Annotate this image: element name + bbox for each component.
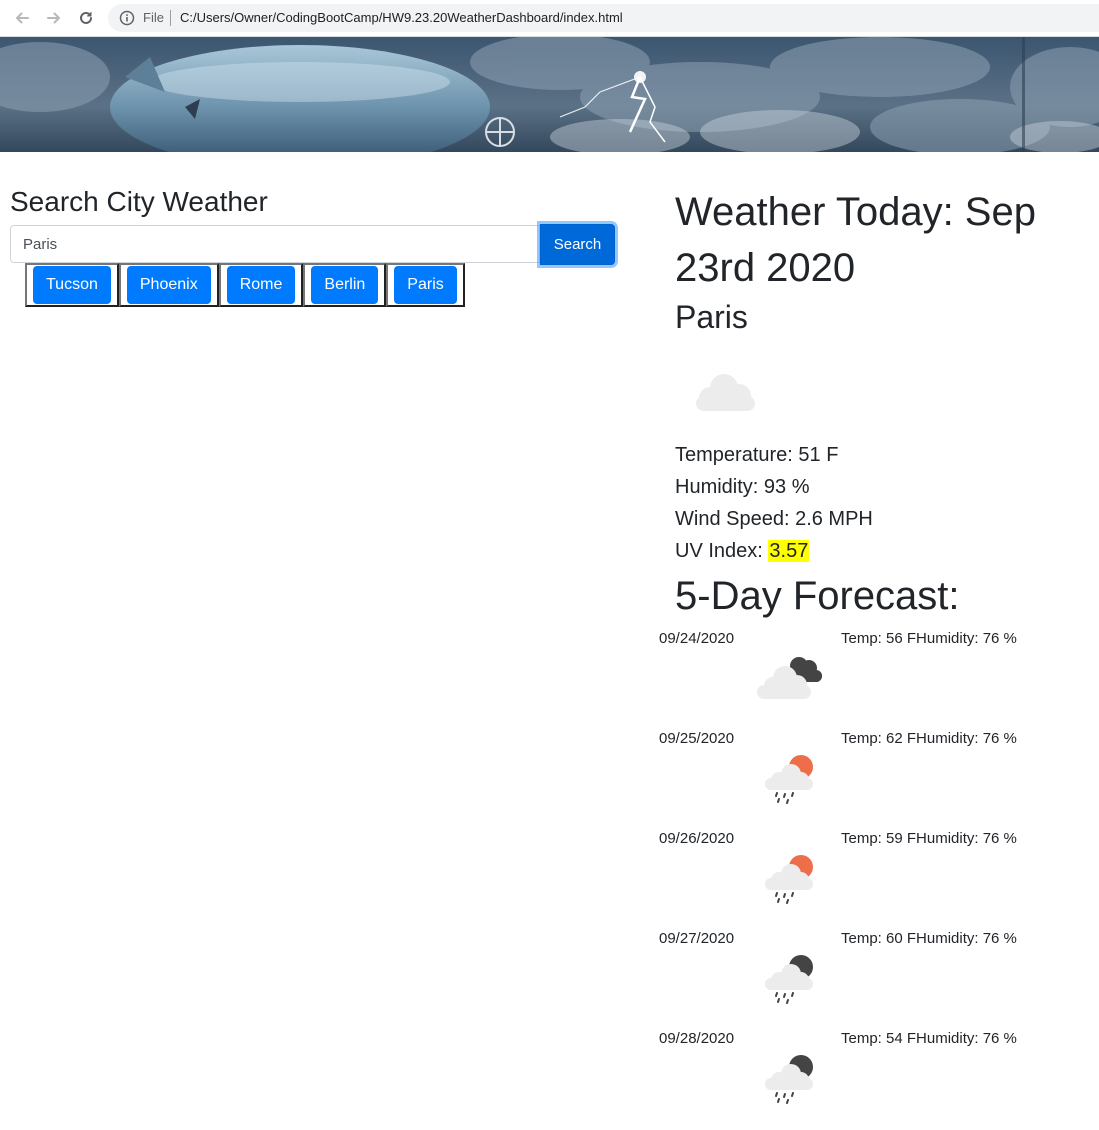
- history-button-tucson[interactable]: Tucson: [33, 266, 111, 304]
- temperature-text: Temperature: 51 F: [675, 444, 839, 466]
- humidity-text: Humidity: 93 %: [675, 476, 810, 498]
- history-cell: Phoenix: [118, 263, 219, 307]
- forward-button[interactable]: [42, 6, 66, 30]
- forecast-day: 09/25/2020 Temp: 62 FHumidity: 76 %: [659, 730, 1099, 830]
- forecast-day: 09/28/2020 Temp: 54 FHumidity: 76 %: [659, 1030, 1099, 1130]
- history-cell: Rome: [218, 263, 304, 307]
- search-title: Search City Weather: [10, 186, 268, 217]
- url-text[interactable]: C:/Users/Owner/CodingBootCamp/HW9.23.20W…: [180, 10, 623, 26]
- history-button-berlin[interactable]: Berlin: [311, 266, 379, 304]
- header-banner-image: [0, 37, 1099, 152]
- uv-index-value: 3.57: [768, 540, 810, 562]
- url-scheme-label: File: [143, 10, 164, 25]
- forecast-date: 09/24/2020: [659, 630, 735, 647]
- city-search-input[interactable]: [10, 225, 540, 263]
- forecast-temp-humidity: Temp: 62 FHumidity: 76 %: [841, 730, 1017, 747]
- history-button-paris[interactable]: Paris: [394, 266, 457, 304]
- wind-speed-text: Wind Speed: 2.6 MPH: [675, 508, 873, 530]
- forecast-date: 09/25/2020: [659, 730, 735, 747]
- history-button-rome[interactable]: Rome: [226, 266, 296, 304]
- forecast-date: 09/26/2020: [659, 830, 735, 847]
- forecast-title: 5-Day Forecast:: [675, 574, 960, 618]
- forecast-temp-humidity: Temp: 56 FHumidity: 76 %: [841, 630, 1017, 647]
- reload-icon: [80, 11, 92, 24]
- day-rain-icon: [765, 755, 813, 804]
- night-rain-icon: [765, 1055, 813, 1104]
- uv-index-label: UV Index:: [675, 540, 763, 562]
- reload-button[interactable]: [74, 6, 98, 30]
- forecast-date: 09/28/2020: [659, 1030, 735, 1047]
- uv-index-row: UV Index: 3.57: [675, 539, 810, 563]
- info-icon[interactable]: [119, 10, 135, 26]
- arrow-left-icon: [16, 12, 29, 24]
- forecast-day: 09/26/2020 Temp: 59 FHumidity: 76 %: [659, 830, 1099, 930]
- current-city-name: Paris: [675, 299, 748, 335]
- night-rain-icon: [765, 955, 813, 1004]
- forecast-date: 09/27/2020: [659, 930, 735, 947]
- address-bar[interactable]: File C:/Users/Owner/CodingBootCamp/HW9.2…: [108, 4, 1099, 32]
- back-button[interactable]: [10, 6, 34, 30]
- history-button-phoenix[interactable]: Phoenix: [126, 266, 211, 304]
- forecast-temp-humidity: Temp: 60 FHumidity: 76 %: [841, 930, 1017, 947]
- history-cell: Tucson: [25, 263, 119, 307]
- address-divider: [170, 10, 171, 26]
- weather-today-title: Weather Today: Sep 23rd 2020: [675, 190, 1036, 290]
- history-cell: Paris: [386, 263, 465, 307]
- forecast-temp-humidity: Temp: 59 FHumidity: 76 %: [841, 830, 1017, 847]
- search-history-list: Tucson Phoenix Rome Berlin Paris: [25, 263, 465, 307]
- search-button[interactable]: Search: [540, 224, 615, 265]
- forecast-temp-humidity: Temp: 54 FHumidity: 76 %: [841, 1030, 1017, 1047]
- browser-toolbar: File C:/Users/Owner/CodingBootCamp/HW9.2…: [0, 0, 1099, 37]
- forecast-day: 09/24/2020 Temp: 56 FHumidity: 76 %: [659, 630, 1099, 730]
- day-rain-icon: [765, 855, 813, 904]
- broken-clouds-icon: [757, 657, 822, 699]
- cloud-icon: [696, 374, 755, 411]
- forecast-day: 09/27/2020 Temp: 60 FHumidity: 76 %: [659, 930, 1099, 1030]
- arrow-right-icon: [47, 12, 60, 24]
- history-cell: Berlin: [303, 263, 387, 307]
